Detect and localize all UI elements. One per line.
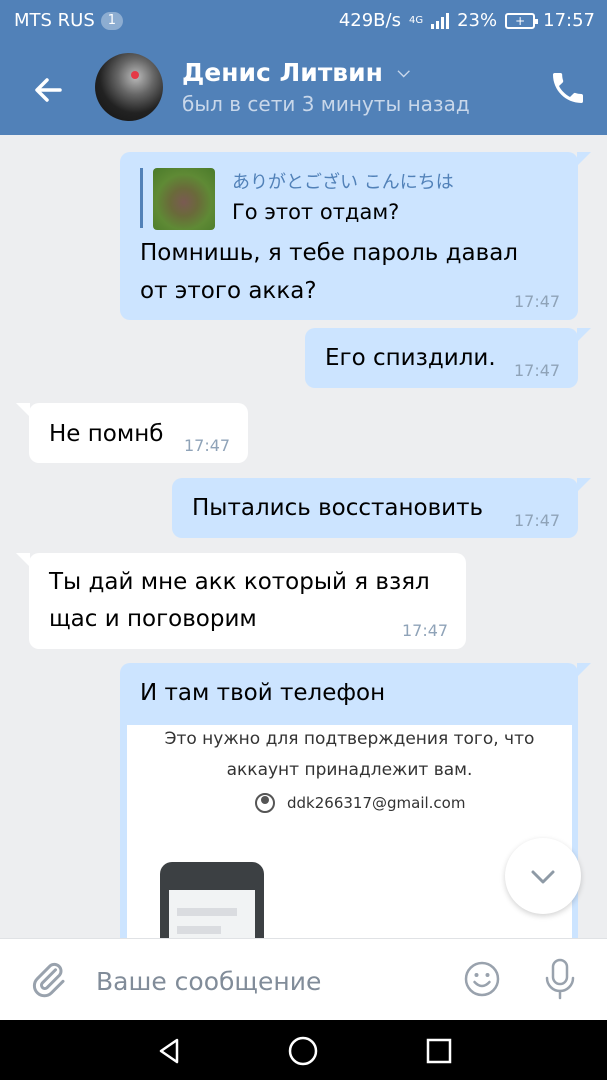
reply-author: ありがとござい こんにちは: [232, 172, 454, 193]
chat-header: MTS RUS 1 429B/s 4G 23% + 17:57 Денис Ли…: [0, 0, 607, 135]
phone-illustration: [160, 862, 264, 950]
message-text: Пытались восстановить: [192, 495, 484, 521]
message-text-line: Помнишь, я тебе пароль давал: [140, 240, 518, 266]
paperclip-icon[interactable]: [28, 959, 68, 999]
bubble-tail: [577, 152, 591, 166]
signal-icon: [431, 12, 450, 29]
status-right: 429B/s 4G 23% + 17:57: [339, 10, 595, 31]
message-text: Его спиздили.: [325, 345, 496, 371]
bubble-tail: [577, 663, 591, 677]
status-left: MTS RUS 1: [14, 10, 124, 31]
smiley-icon[interactable]: [462, 959, 502, 999]
message-bubble-incoming[interactable]: [29, 553, 466, 649]
contact-name[interactable]: Денис Литвин ⌵: [182, 58, 410, 87]
message-time: 17:47: [514, 292, 561, 311]
battery-icon: +: [505, 12, 539, 29]
bubble-tail: [16, 403, 30, 417]
status-bar: MTS RUS 1 429B/s 4G 23% + 17:57: [0, 0, 607, 40]
toolbar: Денис Литвин ⌵ был в сети 3 минуты назад: [0, 40, 607, 135]
attachment-text-line: аккаунт принадлежит вам.: [226, 760, 473, 780]
attachment-email: ddk266317@gmail.com: [255, 793, 465, 813]
carrier-label: MTS RUS: [14, 10, 95, 31]
message-input[interactable]: [96, 959, 436, 1003]
message-time: 17:47: [514, 361, 561, 380]
message-text-line: Ты дай мне акк который я взял: [49, 569, 430, 595]
network-type-label: 4G: [408, 14, 424, 26]
battery-percent: 23%: [457, 10, 498, 31]
bubble-tail: [16, 553, 30, 567]
attachment-text-line: Это нужно для подтверждения того, что: [164, 729, 535, 749]
chevron-down-icon[interactable]: [505, 838, 581, 914]
message-composer: [0, 938, 607, 1020]
contact-name-text: Денис Литвин: [182, 58, 383, 87]
microphone-icon[interactable]: [540, 957, 580, 1001]
nav-recent-apps-icon[interactable]: [423, 1035, 455, 1067]
chevron-down-icon: ⌵: [397, 62, 410, 81]
bubble-tail: [577, 478, 591, 492]
avatar[interactable]: [95, 53, 163, 121]
arrow-left-icon[interactable]: [26, 68, 70, 112]
attachment-email-text: ddk266317@gmail.com: [287, 794, 466, 812]
clock: 17:57: [543, 10, 595, 31]
sim-badge: 1: [100, 11, 124, 30]
reply-text: Го этот отдам?: [232, 200, 400, 224]
nav-home-icon[interactable]: [285, 1033, 321, 1069]
message-time: 17:47: [514, 511, 561, 530]
message-text: И там твой телефон: [140, 680, 386, 706]
phone-icon[interactable]: [548, 68, 588, 108]
message-time: 17:47: [184, 436, 231, 455]
system-nav-bar: [0, 1020, 607, 1080]
message-time: 17:47: [402, 621, 449, 640]
bubble-tail: [577, 328, 591, 342]
reply-quote-bar: [140, 168, 143, 228]
message-text-line: щас и поговорим: [49, 606, 257, 632]
message-text: Не помнб: [49, 421, 164, 447]
reply-thumbnail[interactable]: [153, 168, 215, 230]
last-seen-status: был в сети 3 минуты назад: [182, 92, 470, 116]
net-speed: 429B/s: [338, 10, 401, 31]
nav-back-icon[interactable]: [152, 1034, 186, 1068]
message-text-line: от этого акка?: [140, 278, 317, 304]
account-circle-icon: [255, 793, 275, 813]
